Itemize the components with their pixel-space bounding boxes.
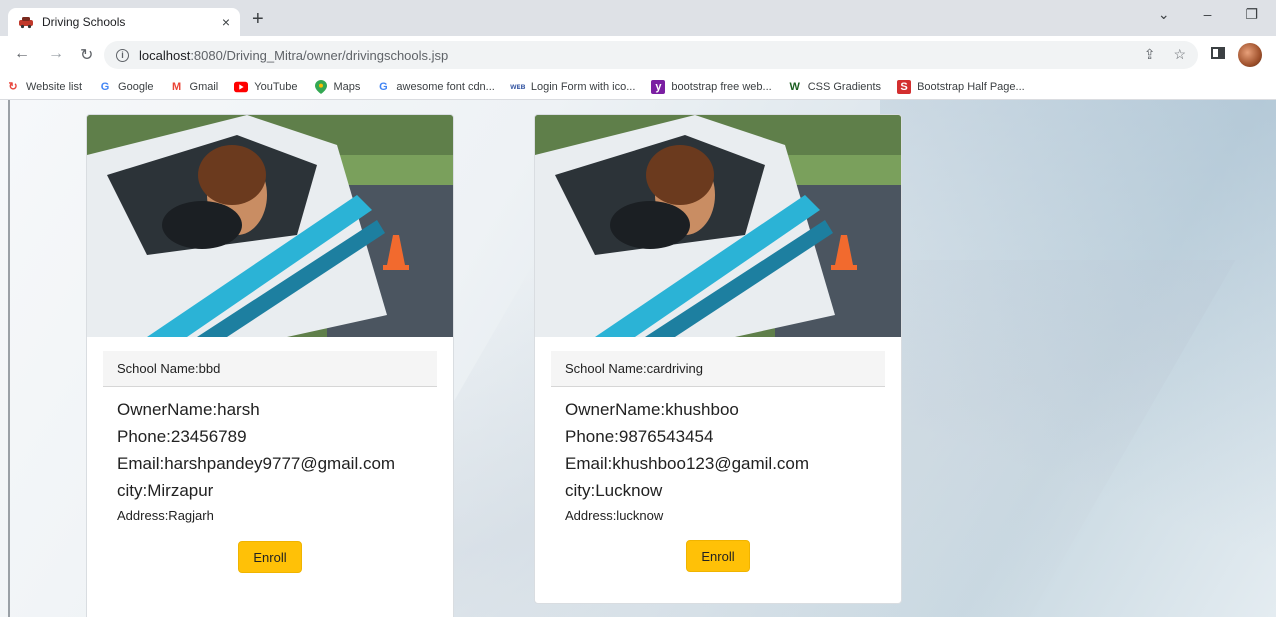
email: Email:harshpandey9777@gmail.com bbox=[117, 454, 396, 473]
tab-search-icon[interactable]: ⌄ bbox=[1158, 6, 1170, 23]
tab-title: Driving Schools bbox=[42, 15, 126, 29]
website-list-icon: ↻ bbox=[8, 81, 18, 93]
reload-icon[interactable]: ↻ bbox=[80, 45, 93, 65]
minimize-icon[interactable]: – bbox=[1204, 6, 1212, 23]
bookmark-label: bootstrap free web... bbox=[671, 80, 772, 93]
bookmark-label: Gmail bbox=[189, 80, 219, 93]
city: city:Mirzapur bbox=[117, 481, 214, 500]
new-tab-icon[interactable]: + bbox=[252, 8, 264, 30]
phone: Phone:23456789 bbox=[117, 427, 247, 446]
window-controls: ⌄ – ❐ bbox=[1158, 6, 1258, 23]
phone: Phone:9876543454 bbox=[565, 427, 714, 446]
google-icon: G bbox=[379, 80, 388, 93]
email: Email:khushboo123@gamil.com bbox=[565, 454, 810, 473]
page-left-border bbox=[8, 100, 10, 617]
bookmark-gmail[interactable]: M Gmail bbox=[170, 80, 219, 94]
s-icon: S bbox=[897, 79, 912, 94]
bookmark-login-form[interactable]: ᴡᴇʙ Login Form with ico... bbox=[510, 80, 636, 94]
bookmark-label: awesome font cdn... bbox=[396, 80, 495, 93]
maps-icon bbox=[314, 79, 328, 94]
enroll-button[interactable]: Enroll bbox=[238, 541, 302, 573]
close-tab-icon[interactable]: × bbox=[222, 14, 230, 30]
school-card: School Name:cardriving OwnerName:khushbo… bbox=[534, 114, 902, 604]
card-body: OwnerName:khushboo Phone:9876543454 Emai… bbox=[535, 387, 901, 525]
tab-driving-schools[interactable]: Driving Schools × bbox=[8, 8, 240, 36]
car-favicon-icon bbox=[19, 17, 33, 29]
bookmark-maps[interactable]: Maps bbox=[314, 79, 361, 94]
forward-arrow-icon[interactable]: → bbox=[48, 45, 64, 63]
enroll-button[interactable]: Enroll bbox=[686, 540, 750, 572]
omnibox-actions: ⇪ ☆ bbox=[1144, 46, 1186, 63]
share-icon[interactable]: ⇪ bbox=[1144, 46, 1156, 63]
back-arrow-icon[interactable]: ← bbox=[14, 45, 30, 63]
bookmarks-bar: ↻ Website list G Google M Gmail YouTube … bbox=[0, 74, 1276, 100]
school-card: School Name:bbd OwnerName:harsh Phone:23… bbox=[86, 114, 454, 617]
bookmark-awesome-font[interactable]: G awesome font cdn... bbox=[376, 80, 495, 94]
bookmark-bootstrap-half[interactable]: S Bootstrap Half Page... bbox=[897, 79, 1025, 94]
tab-bar: Driving Schools × + ⌄ – ❐ bbox=[0, 0, 1276, 36]
bookmark-css-gradients[interactable]: W CSS Gradients bbox=[788, 80, 881, 94]
card-body: OwnerName:harsh Phone:23456789 Email:har… bbox=[87, 387, 453, 525]
restore-icon[interactable]: ❐ bbox=[1245, 6, 1258, 23]
bookmark-bootstrap-free[interactable]: y bootstrap free web... bbox=[651, 79, 772, 94]
school-name: School Name:cardriving bbox=[551, 351, 885, 387]
bookmark-label: Google bbox=[118, 80, 154, 93]
url-path: :8080/Driving_Mitra/owner/drivingschools… bbox=[190, 47, 449, 63]
w3-icon: ᴡᴇʙ bbox=[510, 82, 526, 91]
school-name: School Name:bbd bbox=[103, 351, 437, 387]
bookmark-google[interactable]: G Google bbox=[98, 80, 154, 94]
bookmark-label: YouTube bbox=[254, 80, 298, 93]
google-icon: G bbox=[100, 80, 110, 93]
owner-name: OwnerName:khushboo bbox=[565, 400, 739, 419]
bookmark-label: Maps bbox=[333, 80, 361, 93]
side-panel-icon[interactable] bbox=[1211, 47, 1225, 59]
yahoo-icon: y bbox=[651, 79, 666, 94]
bookmark-youtube[interactable]: YouTube bbox=[234, 80, 298, 94]
bookmark-label: CSS Gradients bbox=[807, 80, 882, 93]
address-bar[interactable]: i localhost :8080/Driving_Mitra/owner/dr… bbox=[104, 41, 1198, 69]
bookmark-star-icon[interactable]: ☆ bbox=[1173, 46, 1186, 63]
profile-avatar[interactable] bbox=[1238, 43, 1262, 67]
school-image bbox=[535, 115, 901, 337]
w-icon: W bbox=[789, 80, 800, 93]
address: Address:lucknow bbox=[565, 508, 664, 523]
page-content: School Name:bbd OwnerName:harsh Phone:23… bbox=[0, 100, 1276, 617]
youtube-icon bbox=[234, 80, 249, 94]
bookmark-label: Website list bbox=[26, 80, 83, 93]
gmail-icon: M bbox=[171, 80, 182, 93]
bookmark-label: Bootstrap Half Page... bbox=[917, 80, 1025, 93]
url-host: localhost bbox=[139, 47, 191, 63]
school-image bbox=[87, 115, 453, 337]
site-info-icon[interactable]: i bbox=[116, 48, 129, 62]
city: city:Lucknow bbox=[565, 481, 663, 500]
address: Address:Ragjarh bbox=[117, 508, 214, 523]
owner-name: OwnerName:harsh bbox=[117, 400, 260, 419]
browser-toolbar: ← → ↻ i localhost :8080/Driving_Mitra/ow… bbox=[0, 36, 1276, 74]
bookmark-label: Login Form with ico... bbox=[530, 80, 636, 93]
bookmark-website-list[interactable]: ↻ Website list bbox=[6, 80, 82, 94]
